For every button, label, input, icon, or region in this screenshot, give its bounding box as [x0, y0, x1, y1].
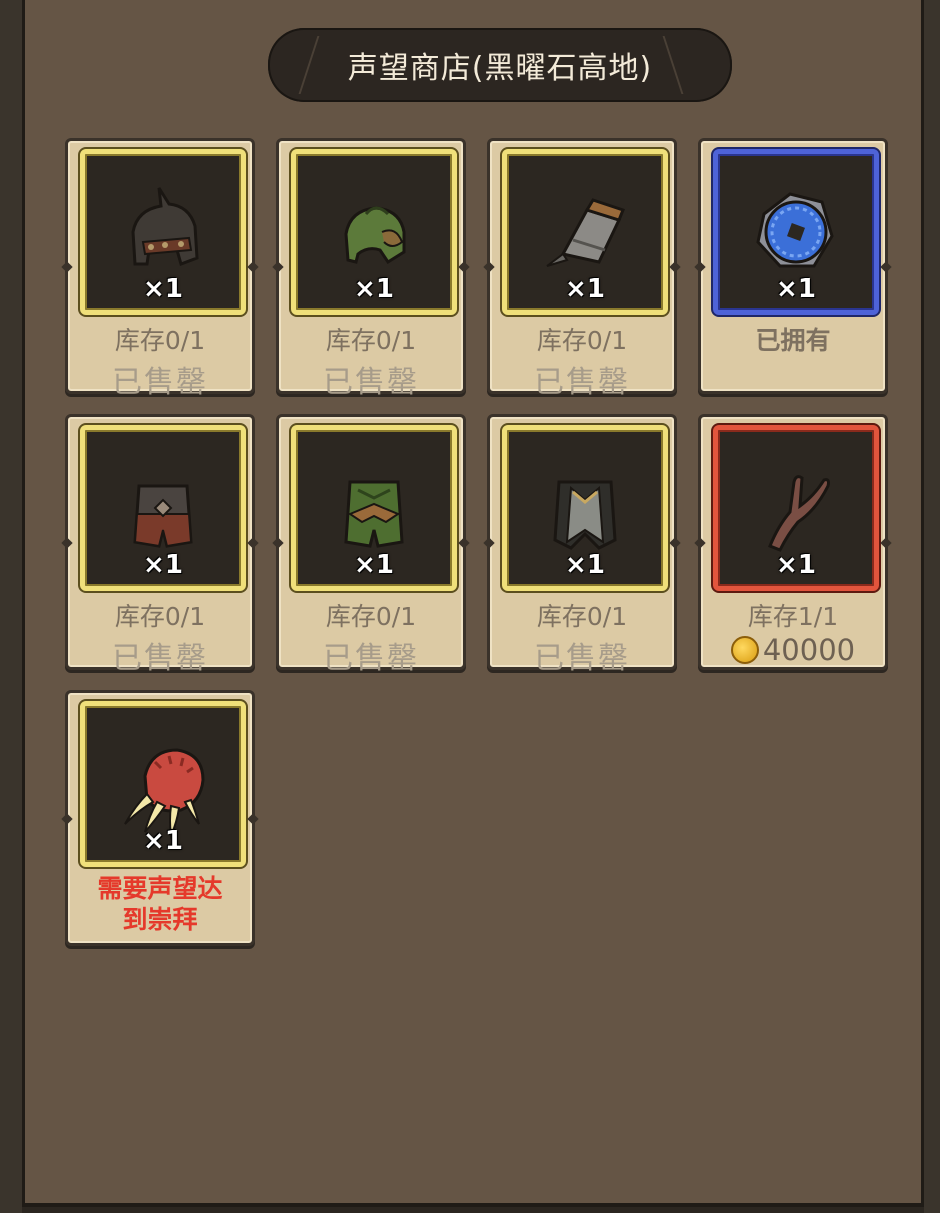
- item-quantity: ×1: [354, 550, 394, 580]
- item-stock: 库存0/1: [114, 602, 206, 631]
- item-quantity: ×1: [143, 826, 183, 856]
- item-frame: ×1: [80, 425, 246, 591]
- item-quantity: ×1: [354, 274, 394, 304]
- item-stock: 库存1/1: [747, 602, 839, 631]
- item-status: 已售罄: [112, 365, 208, 400]
- item-quantity: ×1: [565, 550, 605, 580]
- shop-title: 声望商店(黑曜石高地): [268, 28, 732, 102]
- item-status: 已售罄: [323, 641, 419, 676]
- item-stock: 库存0/1: [114, 326, 206, 355]
- item-frame: ×1: [713, 425, 879, 591]
- item-status: 已售罄: [323, 365, 419, 400]
- item-frame: ×1: [291, 425, 457, 591]
- item-status: 已售罄: [112, 641, 208, 676]
- shop-item-card[interactable]: ×1 库存0/1 已售罄: [65, 138, 255, 400]
- item-frame: ×1: [502, 425, 668, 591]
- background-window-right: [924, 0, 940, 1213]
- gold-coin-icon: [730, 636, 759, 664]
- item-stock: 库存0/1: [536, 326, 628, 355]
- reputation-shop-panel: 声望商店(黑曜石高地) ×1 库存0/1 已售罄 ×1 库存0/1 已售罄 ×1…: [22, 0, 924, 1207]
- item-frame: ×1: [502, 149, 668, 315]
- item-frame: ×1: [713, 149, 879, 315]
- shop-item-card[interactable]: ×1 需要声望达 到崇拜: [65, 690, 255, 946]
- item-quantity: ×1: [143, 550, 183, 580]
- item-quantity: ×1: [776, 550, 816, 580]
- background-window-left: [0, 0, 22, 1213]
- item-quantity: ×1: [143, 274, 183, 304]
- requirement-line-2: 到崇拜: [122, 905, 198, 934]
- item-status: 已售罄: [534, 365, 630, 400]
- shop-item-card[interactable]: ×1 库存0/1 已售罄: [276, 138, 466, 400]
- item-stock: 库存0/1: [325, 602, 417, 631]
- item-price-value: 40000: [762, 633, 856, 667]
- item-owned-status: 已拥有: [755, 326, 831, 355]
- shop-item-card[interactable]: ×1 库存0/1 已售罄: [487, 138, 677, 400]
- item-quantity: ×1: [565, 274, 605, 304]
- shop-item-card[interactable]: ×1 库存1/1 40000: [698, 414, 888, 670]
- requirement-line-1: 需要声望达: [97, 874, 223, 903]
- item-price: 40000: [701, 633, 885, 667]
- reputation-requirement: 需要声望达 到崇拜: [68, 873, 252, 935]
- item-frame: ×1: [80, 149, 246, 315]
- item-stock: 库存0/1: [325, 326, 417, 355]
- item-status: 已售罄: [534, 641, 630, 676]
- shop-title-text: 声望商店(黑曜石高地): [347, 51, 653, 86]
- shop-item-card[interactable]: ×1 库存0/1 已售罄: [487, 414, 677, 676]
- item-frame: ×1: [291, 149, 457, 315]
- shop-item-card[interactable]: ×1 库存0/1 已售罄: [65, 414, 255, 676]
- shop-item-card[interactable]: ×1 库存0/1 已售罄: [276, 414, 466, 676]
- item-frame: ×1: [80, 701, 246, 867]
- item-quantity: ×1: [776, 274, 816, 304]
- item-stock: 库存0/1: [536, 602, 628, 631]
- shop-item-card[interactable]: ×1 已拥有: [698, 138, 888, 394]
